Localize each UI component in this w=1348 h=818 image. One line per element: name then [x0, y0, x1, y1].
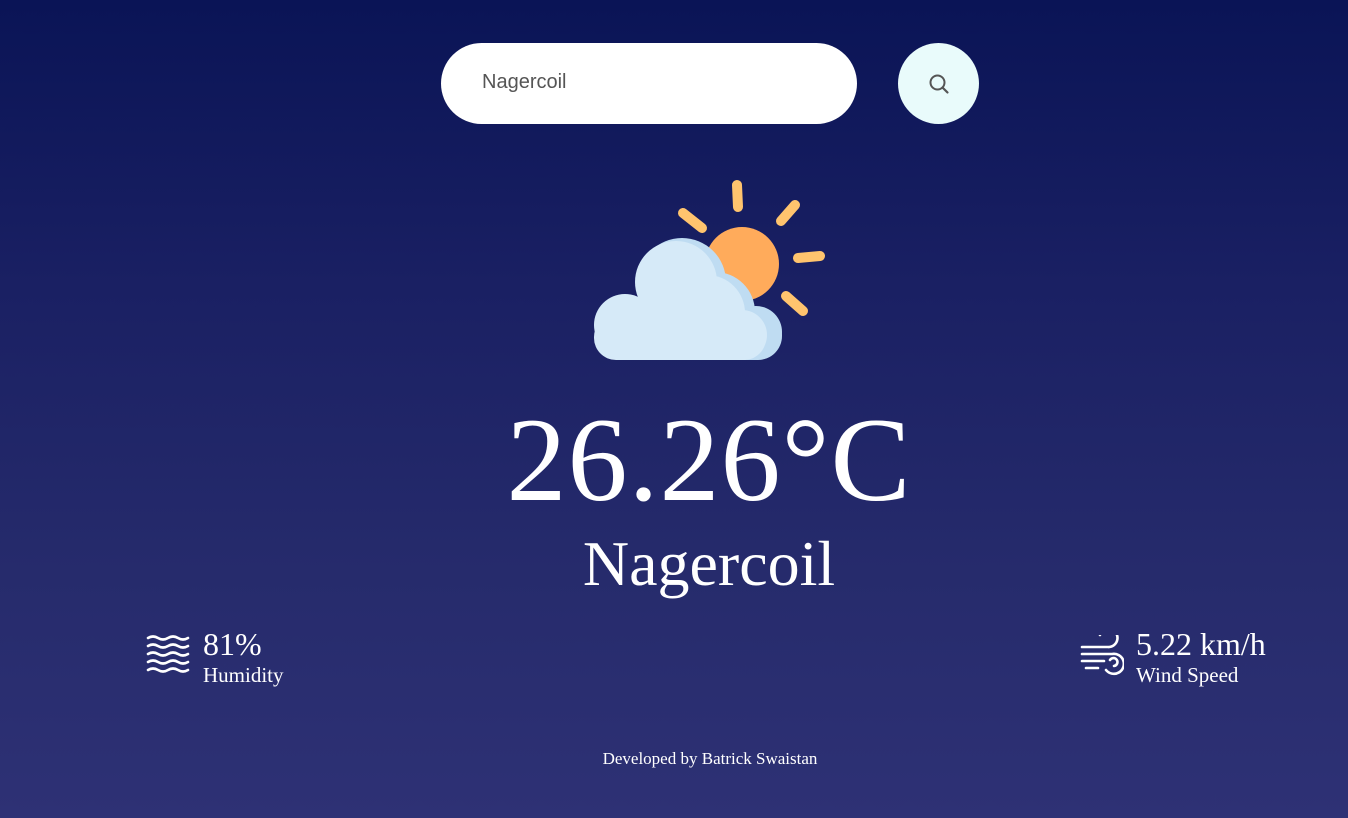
search-input[interactable] [482, 71, 857, 94]
search-bar [441, 43, 857, 124]
city-name: Nagercoil [582, 528, 836, 599]
partly-cloudy-icon [594, 180, 825, 360]
wind-icon [1080, 627, 1126, 682]
weather-illustration [590, 175, 830, 365]
wind-stat: 5.22 km/h Wind Speed [1080, 625, 1266, 687]
search-button[interactable] [898, 43, 979, 124]
search-icon [929, 74, 949, 94]
footer-credit: Developed by Batrick Swaistan [602, 749, 818, 768]
humidity-waves-icon [146, 635, 190, 678]
wind-speed-value: 5.22 km/h [1136, 626, 1266, 662]
humidity-label: Humidity [203, 663, 284, 687]
humidity-value: 81% [203, 626, 262, 662]
humidity-stat: 81% Humidity [146, 625, 284, 687]
wind-speed-label: Wind Speed [1136, 663, 1239, 687]
temperature-value: 26.26°C [506, 393, 912, 526]
